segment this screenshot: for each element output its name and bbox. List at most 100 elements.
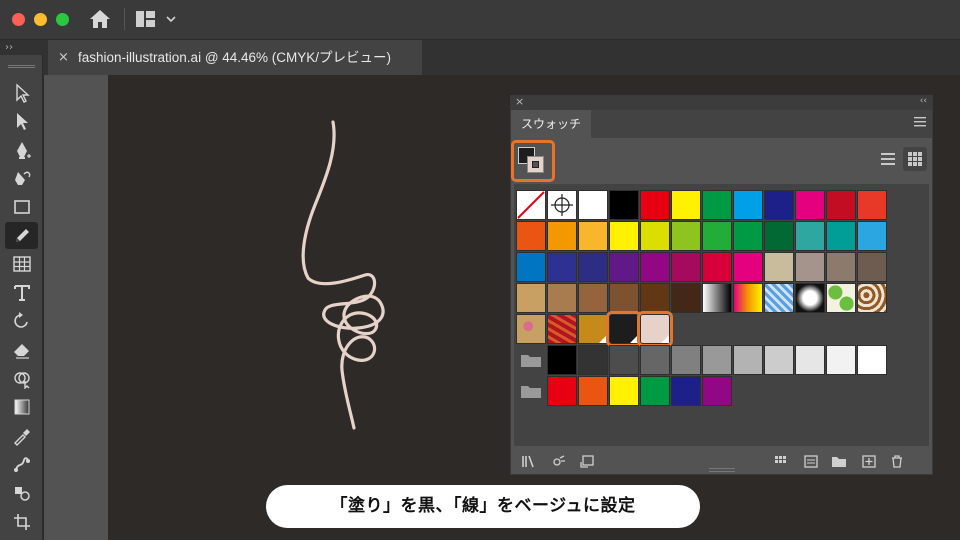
- close-window-button[interactable]: [12, 13, 25, 26]
- rectangle-tool[interactable]: [5, 193, 38, 220]
- selection-tool[interactable]: [5, 79, 38, 106]
- swatch-pattern-pink-floral[interactable]: [516, 314, 546, 344]
- swatch[interactable]: [795, 221, 825, 251]
- panel-menu-icon[interactable]: [914, 117, 926, 127]
- swatch[interactable]: [764, 190, 794, 220]
- panel-collapse-icon[interactable]: ‹‹: [920, 96, 927, 106]
- swatch-beige-selected[interactable]: [637, 311, 673, 347]
- swatch-pattern-radial-dark[interactable]: [795, 283, 825, 313]
- swatch[interactable]: [857, 252, 887, 282]
- swatch[interactable]: [702, 252, 732, 282]
- swatch[interactable]: [547, 221, 577, 251]
- swatch[interactable]: [516, 283, 546, 313]
- swatch[interactable]: [733, 190, 763, 220]
- swatch-gradient-white-black[interactable]: [702, 283, 732, 313]
- swatch[interactable]: [702, 190, 732, 220]
- swatch[interactable]: [764, 345, 794, 375]
- swatch[interactable]: [609, 376, 639, 406]
- puppet-warp-tool[interactable]: [5, 451, 38, 478]
- swatch[interactable]: [795, 190, 825, 220]
- artboard-tool[interactable]: [5, 508, 38, 535]
- swatch[interactable]: [578, 283, 608, 313]
- swatch[interactable]: [764, 252, 794, 282]
- swatch[interactable]: [702, 345, 732, 375]
- panel-close-icon[interactable]: ×: [515, 95, 524, 108]
- swatch[interactable]: [795, 252, 825, 282]
- swatch[interactable]: [671, 252, 701, 282]
- swatch[interactable]: [547, 345, 577, 375]
- swatch[interactable]: [826, 221, 856, 251]
- swatch[interactable]: [516, 252, 546, 282]
- swatch-pattern-green-leaf[interactable]: [826, 283, 856, 313]
- swatch[interactable]: [733, 345, 763, 375]
- swatch[interactable]: [671, 283, 701, 313]
- place-swatch-icon[interactable]: [579, 454, 595, 468]
- swatch-pattern-blue-grid[interactable]: [764, 283, 794, 313]
- swatch[interactable]: [609, 345, 639, 375]
- swatch[interactable]: [826, 190, 856, 220]
- swatch[interactable]: [764, 221, 794, 251]
- type-tool[interactable]: [5, 279, 38, 306]
- new-folder-icon[interactable]: [831, 454, 847, 468]
- curvature-tool[interactable]: [5, 165, 38, 192]
- swatch[interactable]: [640, 283, 670, 313]
- swatch[interactable]: [702, 376, 732, 406]
- zoom-window-button[interactable]: [56, 13, 69, 26]
- swatch[interactable]: [826, 252, 856, 282]
- swatch[interactable]: [578, 314, 608, 344]
- minimize-window-button[interactable]: [34, 13, 47, 26]
- direct-selection-tool[interactable]: [5, 108, 38, 135]
- swatch-pattern-red-floral[interactable]: [547, 314, 577, 344]
- color-group-icon[interactable]: [773, 454, 789, 468]
- swatch[interactable]: [826, 345, 856, 375]
- panel-resize-grip[interactable]: [709, 468, 735, 472]
- thumbnail-view-icon[interactable]: [903, 147, 927, 171]
- swatch[interactable]: [578, 252, 608, 282]
- panel-header[interactable]: × ‹‹: [511, 95, 932, 110]
- color-group-folder-icon[interactable]: [520, 383, 542, 399]
- swatch[interactable]: [671, 190, 701, 220]
- gradient-tool[interactable]: [5, 394, 38, 421]
- list-view-icon[interactable]: [877, 148, 899, 170]
- swatch-options-icon[interactable]: [803, 454, 819, 468]
- swatch[interactable]: [640, 252, 670, 282]
- fill-stroke-selector[interactable]: [511, 140, 555, 182]
- new-swatch-icon[interactable]: [861, 454, 877, 468]
- swatch[interactable]: [640, 190, 670, 220]
- swatch[interactable]: [609, 190, 639, 220]
- swatch[interactable]: [609, 221, 639, 251]
- color-group-folder-icon[interactable]: [520, 352, 542, 368]
- swatch[interactable]: [640, 345, 670, 375]
- eyedropper-tool[interactable]: [5, 422, 38, 449]
- rotate-tool[interactable]: [5, 308, 38, 335]
- swatch[interactable]: [578, 345, 608, 375]
- pen-tool[interactable]: [5, 136, 38, 163]
- swatch[interactable]: [857, 345, 887, 375]
- document-tab[interactable]: × fashion-illustration.ai @ 44.46% (CMYK…: [48, 40, 422, 75]
- shape-builder-tool[interactable]: [5, 365, 38, 392]
- swatch-none[interactable]: [516, 190, 546, 220]
- symbol-sprayer-tool[interactable]: [5, 479, 38, 506]
- collapse-panels-icon[interactable]: ››: [5, 42, 13, 53]
- swatch-black-selected[interactable]: [606, 311, 642, 347]
- swatch[interactable]: [609, 252, 639, 282]
- swatch[interactable]: [578, 221, 608, 251]
- swatch[interactable]: [857, 221, 887, 251]
- swatch[interactable]: [733, 221, 763, 251]
- swatch[interactable]: [795, 345, 825, 375]
- swatch[interactable]: [857, 190, 887, 220]
- swatch[interactable]: [578, 190, 608, 220]
- swatch[interactable]: [640, 376, 670, 406]
- swatch-registration[interactable]: [547, 190, 577, 220]
- toolbar-grip[interactable]: [8, 65, 35, 68]
- show-kinds-icon[interactable]: [551, 454, 567, 468]
- swatch[interactable]: [609, 283, 639, 313]
- eraser-tool[interactable]: [5, 336, 38, 363]
- swatch[interactable]: [671, 221, 701, 251]
- swatch[interactable]: [516, 221, 546, 251]
- swatch[interactable]: [578, 376, 608, 406]
- swatch[interactable]: [547, 283, 577, 313]
- pencil-stroke-path[interactable]: [280, 110, 420, 440]
- graph-tool[interactable]: [5, 251, 38, 278]
- swatch[interactable]: [733, 252, 763, 282]
